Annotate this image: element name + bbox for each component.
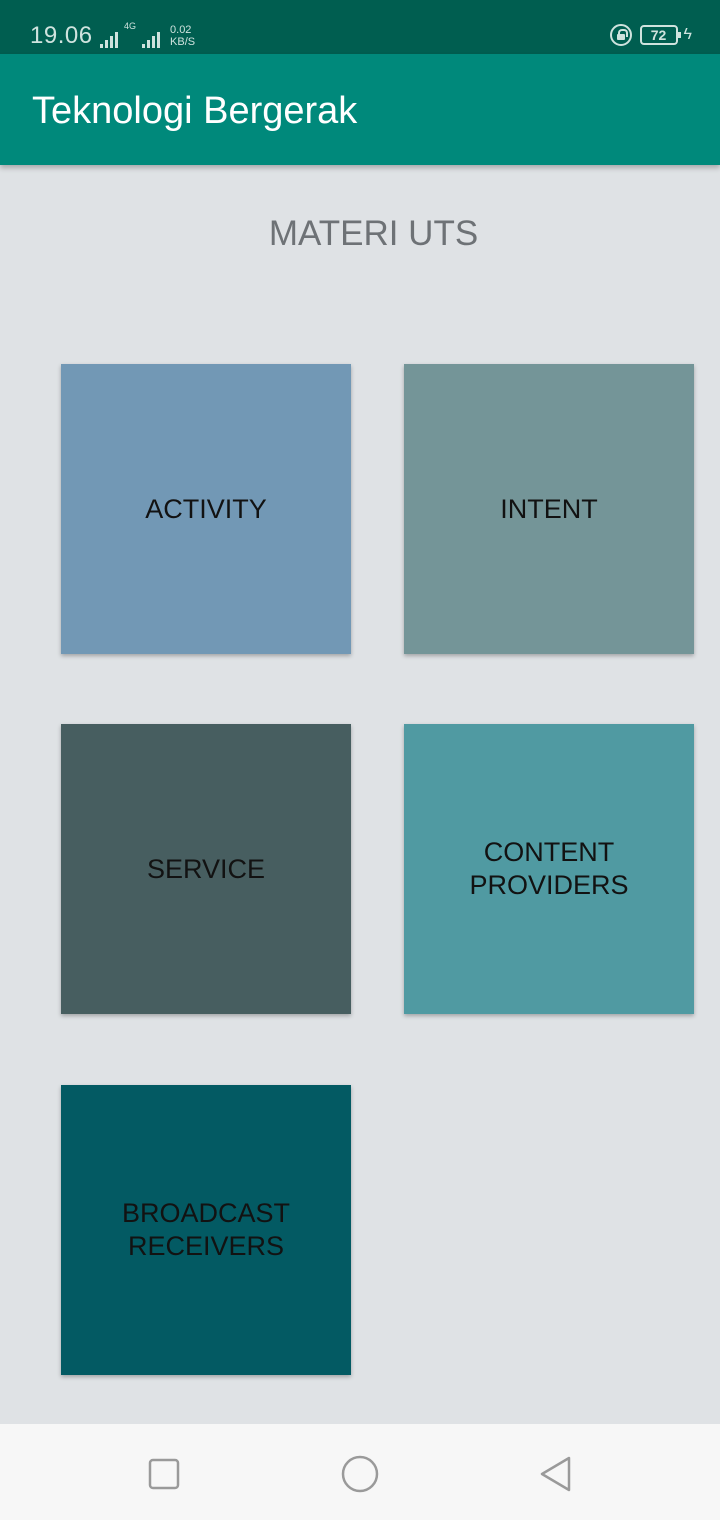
content-providers-tile-label: CONTENT PROVIDERS xyxy=(469,837,629,900)
system-indicators: 72 ϟ xyxy=(609,24,692,46)
charging-icon: ϟ xyxy=(683,26,692,43)
activity-tile-label: ACTIVITY xyxy=(145,493,267,524)
signal-icon xyxy=(100,30,118,48)
screen-lock-rotation-icon xyxy=(609,24,632,46)
network-speed-unit: KB/S xyxy=(170,36,196,48)
status-time: 19.06 xyxy=(30,22,93,49)
battery-level: 72 xyxy=(650,27,667,43)
status-bar: 19.06 4G 0.02 KB/S 72 ϟ xyxy=(0,0,720,54)
recent-apps-icon[interactable] xyxy=(144,1454,184,1494)
content-providers-tile[interactable]: CONTENT PROVIDERS xyxy=(404,724,694,1014)
network-indicators: 4G 0.02 KB/S xyxy=(100,22,195,48)
service-tile-label: SERVICE xyxy=(146,853,266,884)
intent-tile[interactable]: INTENT xyxy=(404,364,694,654)
network-type-label: 4G xyxy=(124,21,137,31)
back-icon[interactable] xyxy=(536,1454,576,1494)
battery-icon: 72 xyxy=(639,25,681,45)
home-icon[interactable] xyxy=(340,1454,380,1494)
activity-tile[interactable]: ACTIVITY xyxy=(61,364,351,654)
navigation-bar xyxy=(0,1424,720,1520)
network-speed: 0.02 KB/S xyxy=(170,24,195,48)
intent-tile-label: INTENT xyxy=(500,493,598,524)
broadcast-receivers-tile[interactable]: BROADCAST RECEIVERS xyxy=(61,1085,351,1375)
broadcast-receivers-tile-label: BROADCAST RECEIVERS xyxy=(121,1198,291,1261)
app-title: Teknologi Bergerak xyxy=(32,90,358,132)
signal-4g-icon xyxy=(142,30,161,48)
app-bar: Teknologi Bergerak xyxy=(0,54,720,165)
network-speed-value: 0.02 xyxy=(170,24,192,36)
service-tile[interactable]: SERVICE xyxy=(61,724,351,1014)
page-heading: MATERI UTS xyxy=(268,214,479,253)
